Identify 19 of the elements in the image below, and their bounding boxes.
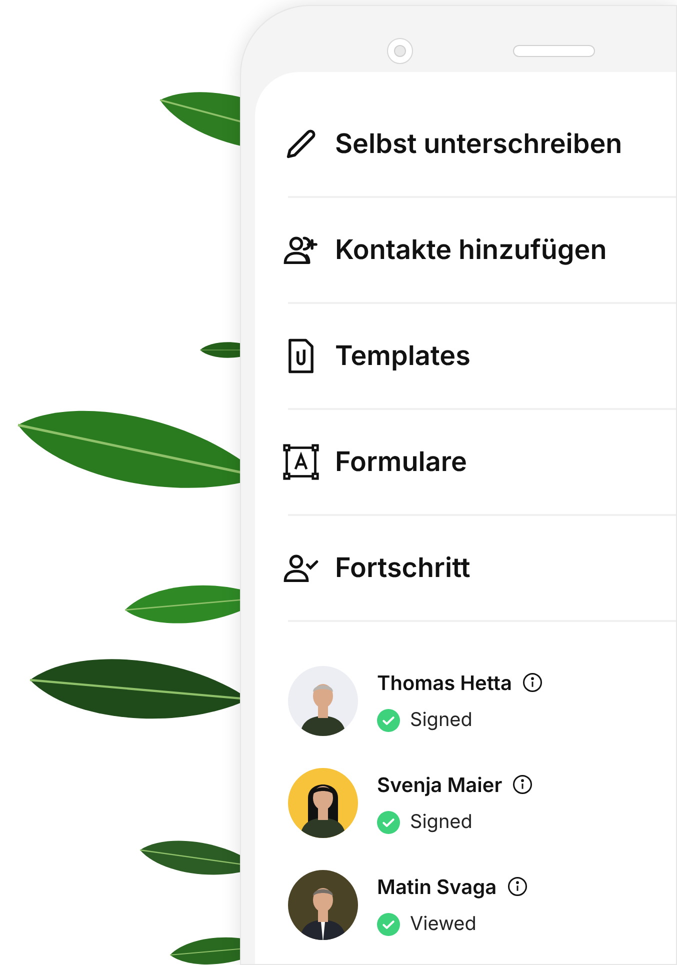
signer-name: Thomas Hetta <box>377 670 512 697</box>
info-icon[interactable] <box>512 774 534 796</box>
signer-status: Signed <box>410 808 472 835</box>
signer-name: Svenja Maier <box>377 772 502 799</box>
menu-item[interactable]: Kontakte hinzufügen <box>335 230 607 270</box>
menu-item[interactable]: Fortschritt <box>335 548 470 588</box>
menu-item[interactable]: Selbst unterschreiben <box>335 124 622 164</box>
text-frame-icon <box>282 443 320 481</box>
menu-item[interactable]: Formulare <box>335 442 467 482</box>
check-circle-icon <box>377 708 400 732</box>
check-circle-icon <box>377 912 400 936</box>
info-icon[interactable] <box>522 672 543 694</box>
check-circle-icon <box>377 810 400 834</box>
info-icon[interactable] <box>506 876 528 898</box>
signer-status: Signed <box>410 706 472 733</box>
signer-name: Matin Svaga <box>377 874 497 901</box>
menu-item[interactable]: Templates <box>335 336 470 376</box>
signer-status: Viewed <box>410 910 476 937</box>
camera-icon <box>387 38 413 64</box>
